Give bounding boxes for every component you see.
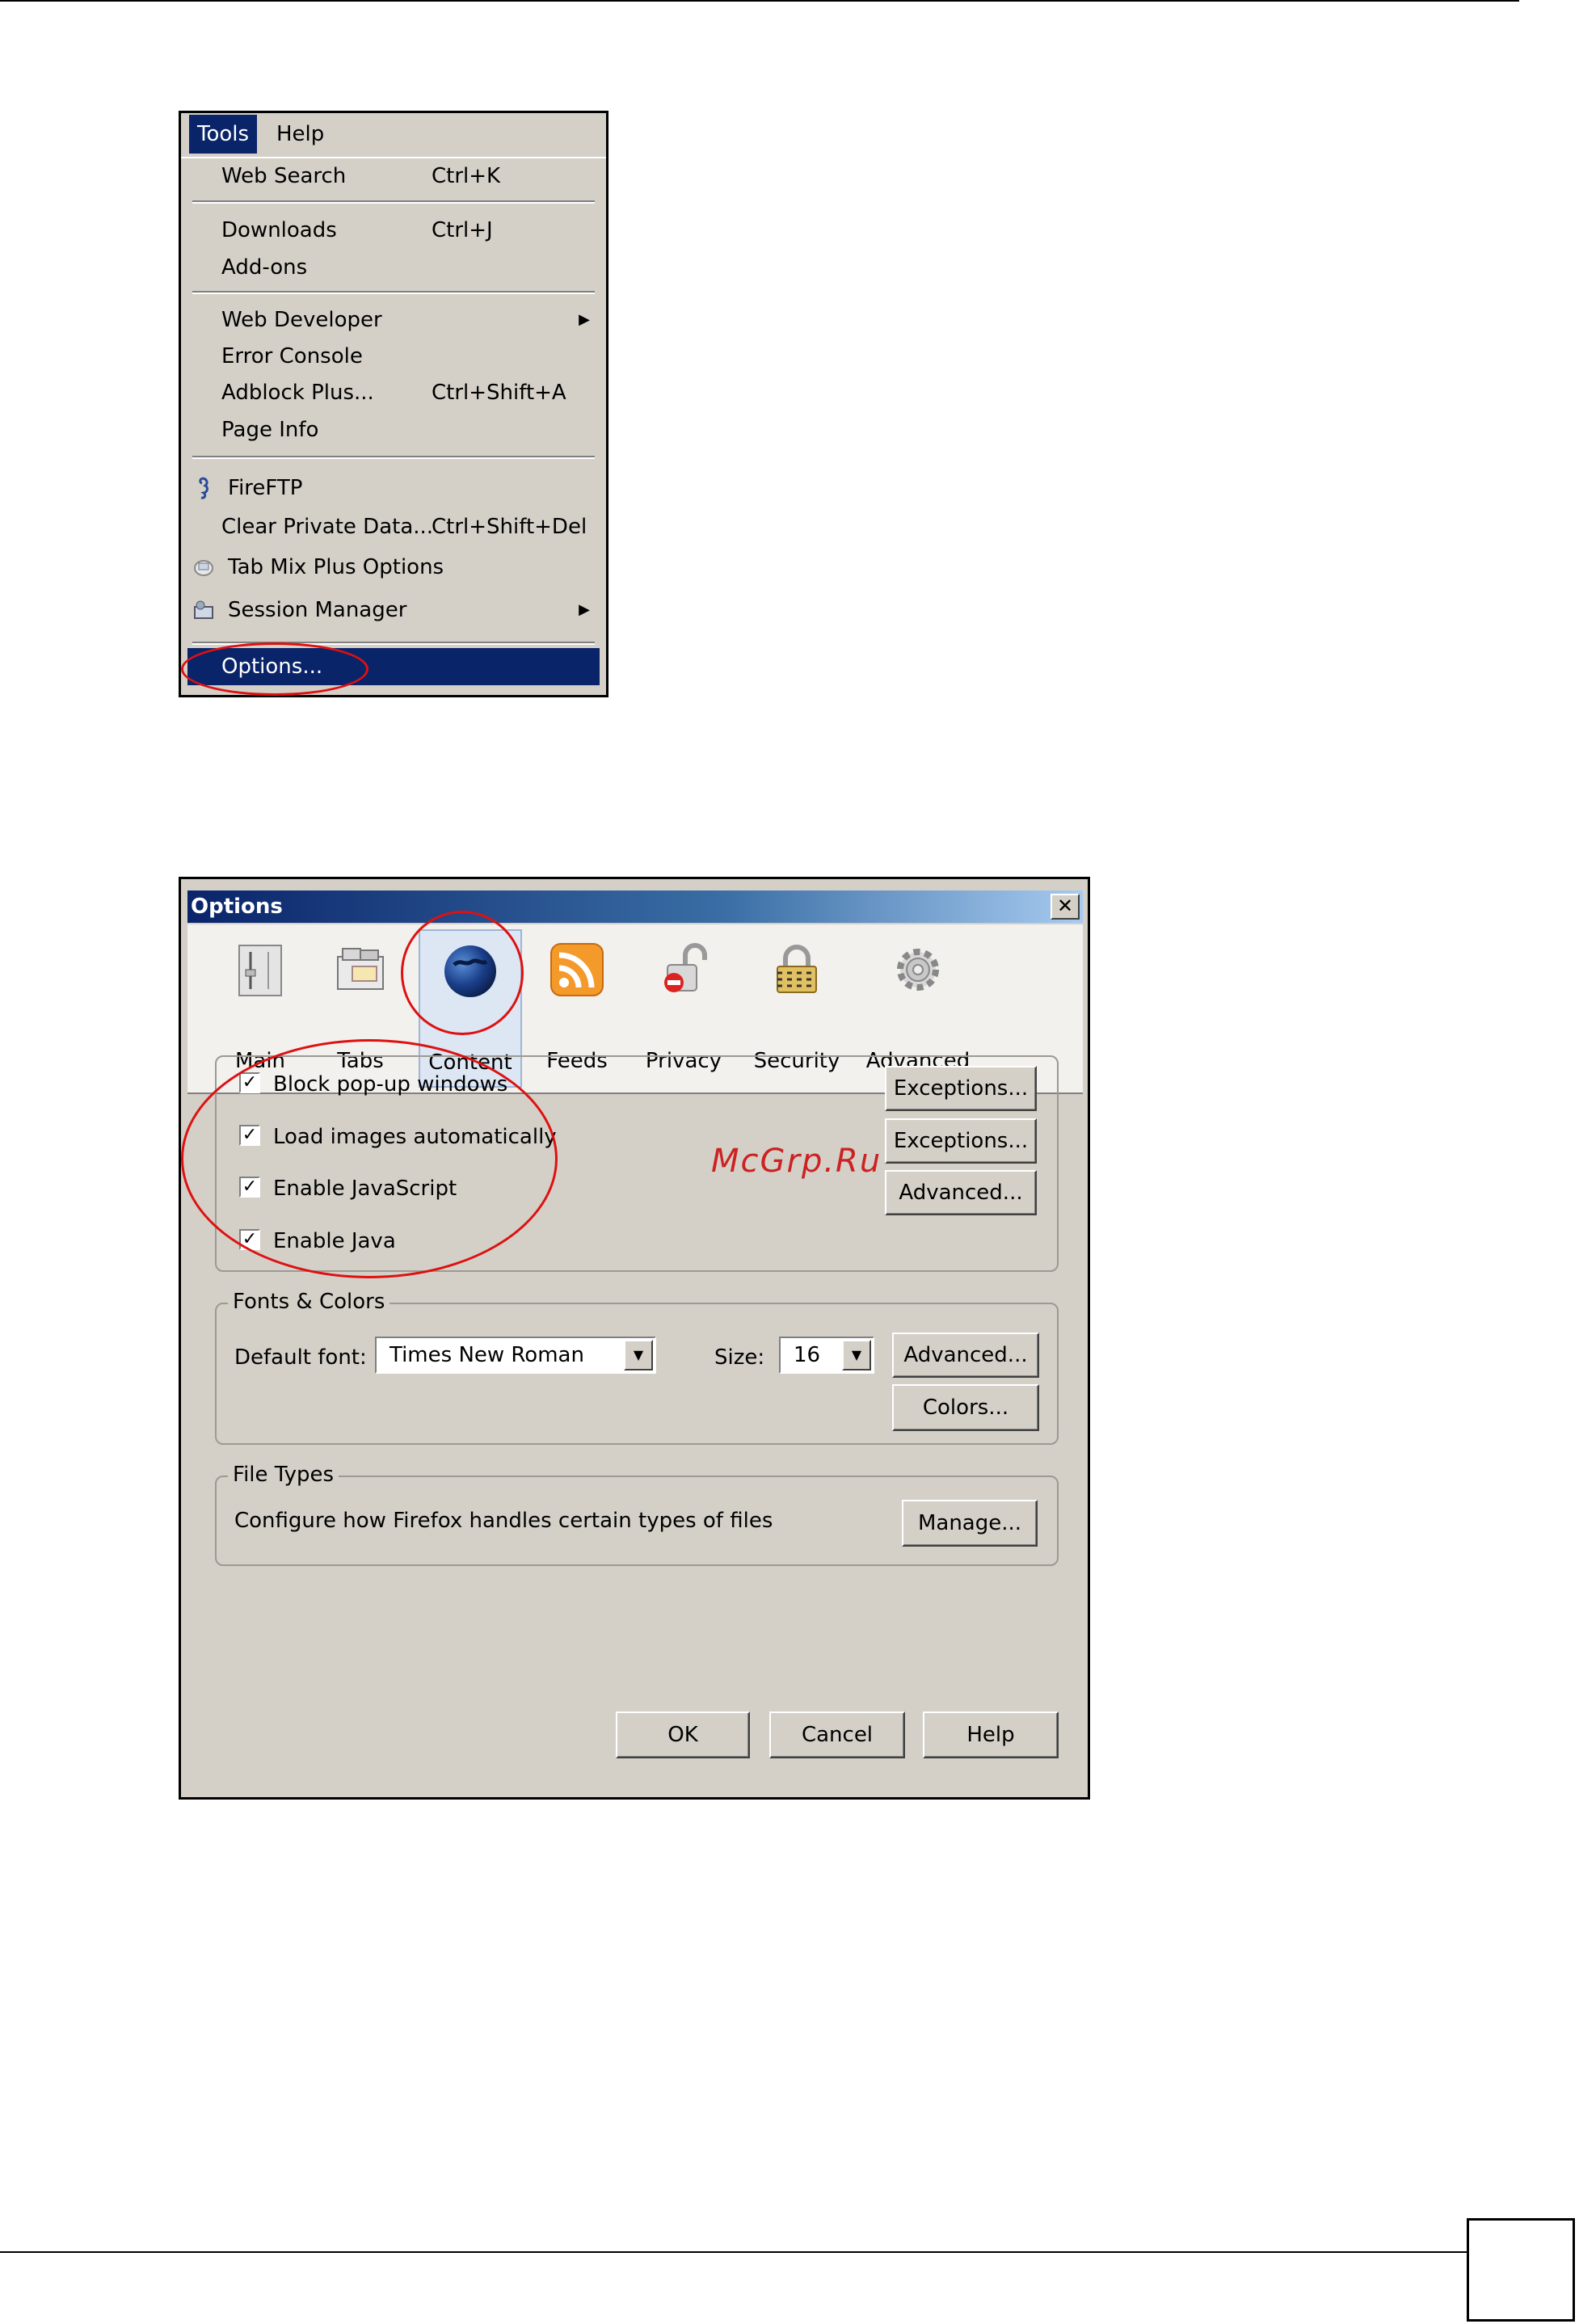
- tabmix-icon: [194, 560, 213, 576]
- menu-item-label: Web Search: [221, 164, 347, 188]
- default-font-label: Default font:: [234, 1345, 367, 1370]
- menu-item-shortcut: Ctrl+K: [432, 164, 501, 188]
- tabs-icon: [337, 948, 384, 990]
- file-types-legend: File Types: [228, 1461, 339, 1488]
- annotation-circle-options: [181, 642, 368, 696]
- chevron-down-icon[interactable]: ▼: [624, 1340, 653, 1370]
- menu-item-error-console[interactable]: Error Console: [187, 339, 600, 374]
- manage-button[interactable]: Manage...: [902, 1500, 1038, 1547]
- watermark-text: McGrp.Ru: [711, 1143, 882, 1180]
- images-exceptions-button[interactable]: Exceptions...: [885, 1118, 1037, 1164]
- close-button[interactable]: ✕: [1051, 894, 1080, 920]
- menu-item-web-search[interactable]: Web Search Ctrl+K: [187, 158, 600, 194]
- dialog-titlebar: Options ✕: [187, 890, 1083, 923]
- menu-item-label: Downloads: [221, 218, 337, 242]
- menu-item-label: Tab Mix Plus Options: [228, 555, 444, 579]
- menubar-tools[interactable]: Tools: [189, 115, 258, 154]
- menu-item-fireftp[interactable]: FireFTP: [187, 470, 600, 506]
- submenu-arrow-icon: ▶: [579, 601, 590, 618]
- menu-item-label: Adblock Plus...: [221, 381, 374, 405]
- menu-item-label: Web Developer: [221, 308, 382, 332]
- menu-separator: [192, 200, 595, 204]
- menu-item-shortcut: Ctrl+Shift+Del: [432, 515, 587, 539]
- fonts-colors-legend: Fonts & Colors: [228, 1288, 390, 1316]
- submenu-arrow-icon: ▶: [579, 311, 590, 328]
- annotation-circle-checkboxes: [181, 1039, 558, 1278]
- session-manager-icon: [194, 600, 213, 619]
- menu-item-shortcut: Ctrl+Shift+A: [432, 381, 566, 405]
- size-label: Size:: [714, 1345, 765, 1370]
- cancel-button[interactable]: Cancel: [769, 1711, 905, 1758]
- gear-icon: [897, 949, 939, 991]
- page-number-box: [1467, 2218, 1575, 2322]
- menu-item-label: FireFTP: [228, 476, 303, 500]
- colors-button[interactable]: Colors...: [892, 1384, 1039, 1431]
- menu-item-label: Session Manager: [228, 598, 407, 622]
- menu-item-label: Error Console: [221, 344, 363, 368]
- seahorse-icon: [199, 477, 208, 499]
- menubar-help[interactable]: Help: [268, 115, 332, 154]
- menu-item-tab-mix-plus-options[interactable]: Tab Mix Plus Options: [187, 549, 600, 585]
- menu-item-session-manager[interactable]: Session Manager ▶: [187, 592, 600, 628]
- font-size-select[interactable]: 16 ▼: [779, 1337, 874, 1374]
- annotation-circle-content-tab: [401, 911, 524, 1035]
- options-dialog-screenshot: Options ✕ Main Tabs Content Feeds Privac…: [179, 877, 1090, 1800]
- menu-item-shortcut: Ctrl+J: [432, 218, 493, 242]
- default-font-select[interactable]: Times New Roman ▼: [375, 1337, 656, 1374]
- dialog-title: Options: [191, 895, 283, 919]
- fonts-advanced-button[interactable]: Advanced...: [892, 1333, 1039, 1378]
- padlock-icon: [777, 945, 817, 993]
- menu-separator: [192, 291, 595, 294]
- menu-separator: [192, 456, 595, 459]
- ok-button[interactable]: OK: [616, 1711, 750, 1758]
- javascript-advanced-button[interactable]: Advanced...: [885, 1170, 1037, 1215]
- bottom-rule: [0, 2251, 1467, 2253]
- tools-menu-screenshot: Tools Help Web Search Ctrl+K Downloads C…: [179, 111, 608, 697]
- top-rule: [0, 0, 1519, 2]
- menu-item-clear-private-data[interactable]: Clear Private Data... Ctrl+Shift+Del: [187, 509, 600, 545]
- chevron-down-icon[interactable]: ▼: [842, 1340, 871, 1370]
- file-types-description: Configure how Firefox handles certain ty…: [234, 1509, 773, 1533]
- rss-icon: [550, 943, 604, 996]
- popup-exceptions-button[interactable]: Exceptions...: [885, 1066, 1037, 1111]
- default-font-value: Times New Roman: [389, 1343, 584, 1367]
- padlock-open-icon: [664, 943, 707, 992]
- menu-item-downloads[interactable]: Downloads Ctrl+J: [187, 213, 600, 248]
- close-icon: ✕: [1056, 895, 1074, 917]
- menu-item-web-developer[interactable]: Web Developer ▶: [187, 302, 600, 338]
- menu-item-label: Add-ons: [221, 255, 308, 280]
- menu-item-label: Page Info: [221, 418, 319, 442]
- menu-item-label: Clear Private Data...: [221, 515, 434, 539]
- menu-item-add-ons[interactable]: Add-ons: [187, 250, 600, 285]
- menubar: Tools Help: [181, 113, 606, 158]
- menu-item-page-info[interactable]: Page Info: [187, 412, 600, 448]
- main-switch-icon: [238, 945, 282, 996]
- menu-item-adblock-plus[interactable]: Adblock Plus... Ctrl+Shift+A: [187, 375, 600, 410]
- help-button[interactable]: Help: [923, 1711, 1059, 1758]
- font-size-value: 16: [794, 1343, 821, 1367]
